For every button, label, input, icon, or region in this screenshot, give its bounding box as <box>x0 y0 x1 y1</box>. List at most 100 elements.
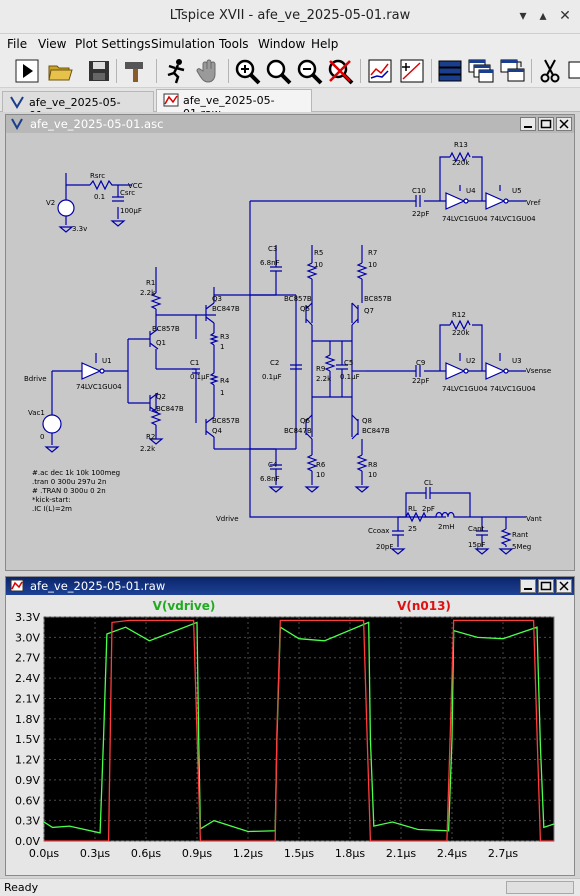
label-r2: R2 <box>146 433 155 441</box>
menu-simulation[interactable]: Simulation <box>151 37 215 51</box>
label-vac1-val: 0 <box>40 433 44 441</box>
label-q6: Q6 <box>300 417 311 425</box>
label-bdrive: Bdrive <box>24 375 47 383</box>
waveform-window-title: afe_ve_2025-05-01.raw <box>30 579 166 593</box>
label-v2: V2 <box>46 199 55 207</box>
zoom-in-icon[interactable] <box>233 57 261 85</box>
label-q5-part: BC857B <box>284 295 312 303</box>
label-u4-part: 74LVC1GU04 <box>442 215 488 223</box>
run-icon[interactable] <box>13 57 41 85</box>
label-c4: C4 <box>268 461 278 469</box>
label-q8: Q8 <box>362 417 372 425</box>
menu-help[interactable]: Help <box>311 37 338 51</box>
schematic-window: afe_ve_2025-05-01.asc Rsrc 0.1 VCC V2 3.… <box>5 114 575 571</box>
y-tick-label: 1.8V <box>15 713 40 726</box>
label-r13-val: 220k <box>452 159 470 167</box>
label-q3: Q3 <box>212 295 222 303</box>
schematic-icon <box>11 118 23 130</box>
close-button[interactable] <box>556 579 572 593</box>
title-bar: LTspice XVII - afe_ve_2025-05-01.raw ▾ ▴… <box>0 0 580 34</box>
tile-horizontal-icon[interactable] <box>436 57 464 85</box>
cut-icon[interactable] <box>536 57 564 85</box>
label-c5-val: 0.1µF <box>340 373 360 381</box>
directive-line: .IC I(L)=2m <box>32 505 72 513</box>
label-c3-val: 6.8nF <box>260 259 280 267</box>
label-ccoax: Ccoax <box>368 527 389 535</box>
maximize-icon[interactable]: ▴ <box>534 7 552 25</box>
menu-tools[interactable]: Tools <box>219 37 249 51</box>
status-text: Ready <box>4 881 39 894</box>
label-u2: U2 <box>466 357 476 365</box>
label-c2-val: 0.1µF <box>262 373 282 381</box>
label-rsrc: Rsrc <box>90 172 105 180</box>
label-c10: C10 <box>412 187 426 195</box>
menu-window[interactable]: Window <box>258 37 305 51</box>
label-r6-val: 10 <box>316 471 325 479</box>
directive-line: .tran 0 300u 297u 2n <box>32 478 106 486</box>
close-icon[interactable]: ✕ <box>556 7 574 25</box>
label-q6-part: BC847B <box>284 427 312 435</box>
label-c1-val: 0.1µF <box>190 373 210 381</box>
label-r6: R6 <box>316 461 326 469</box>
label-cl-val: 2pF <box>422 505 435 513</box>
label-u5-part: 74LVC1GU04 <box>490 215 536 223</box>
plot-add-icon[interactable] <box>398 57 426 85</box>
run-man-icon[interactable] <box>162 57 190 85</box>
menu-file[interactable]: File <box>7 37 27 51</box>
status-panel <box>506 881 574 894</box>
pan-hand-icon[interactable] <box>195 57 223 85</box>
maximize-button[interactable] <box>538 117 554 131</box>
minimize-button[interactable] <box>520 579 536 593</box>
hammer-icon[interactable] <box>121 57 149 85</box>
zoom-out-icon[interactable] <box>295 57 323 85</box>
legend-label: V(n013) <box>397 599 451 613</box>
tile-vertical-icon[interactable] <box>498 57 526 85</box>
y-tick-label: 3.0V <box>15 631 40 644</box>
directive-line: #.ac dec 1k 10k 100meg <box>32 469 120 477</box>
schematic-canvas[interactable]: Rsrc 0.1 VCC V2 3.3v Csrc 100µF R13 220k… <box>6 133 574 570</box>
tab-waveform[interactable]: afe_ve_2025-05-01.raw <box>156 89 312 120</box>
copy-icon[interactable] <box>566 57 580 85</box>
tab-schematic[interactable]: afe_ve_2025-05-01.asc <box>2 91 154 122</box>
label-q1-part: BC857B <box>152 325 180 333</box>
label-c1: C1 <box>190 359 199 367</box>
menu-view[interactable]: View <box>38 37 66 51</box>
label-q8-part: BC847B <box>362 427 390 435</box>
open-icon[interactable] <box>46 57 74 85</box>
label-v2-val: 3.3v <box>72 225 87 233</box>
label-csrc: Csrc <box>120 189 135 197</box>
minimize-button[interactable] <box>520 117 536 131</box>
label-cl: CL <box>424 479 433 487</box>
label-c3: C3 <box>268 245 277 253</box>
y-tick-label: 2.4V <box>15 672 40 685</box>
minimize-icon[interactable]: ▾ <box>514 7 532 25</box>
label-rl: RL <box>408 505 417 513</box>
label-q3-part: BC847B <box>212 305 240 313</box>
zoom-full-icon[interactable] <box>264 57 292 85</box>
x-tick-label: 1.5µs <box>284 847 314 860</box>
label-vac1: Vac1 <box>28 409 45 417</box>
x-tick-label: 1.8µs <box>335 847 365 860</box>
schematic-window-titlebar: afe_ve_2025-05-01.asc <box>6 115 574 133</box>
plot-window-icon[interactable] <box>366 57 394 85</box>
waveform-plot[interactable]: 3.3V 3.0V 2.7V 2.4V 2.1V 1.8V 1.5V 1.2V 0.9V 0.6V… <box>6 595 574 875</box>
zoom-cancel-icon[interactable] <box>326 57 354 85</box>
directive-line: *kick-start: <box>32 496 71 504</box>
legend-label: V(vdrive) <box>153 599 216 613</box>
label-u3-part: 74LVC1GU04 <box>490 385 536 393</box>
label-u1-part: 74LVC1GU04 <box>76 383 122 391</box>
mdi-workspace: afe_ve_2025-05-01.asc Rsrc 0.1 VCC V2 3.… <box>0 112 580 878</box>
cascade-icon[interactable] <box>467 57 495 85</box>
label-c10-val: 22pF <box>412 210 429 218</box>
y-tick-label: 2.7V <box>15 652 40 665</box>
menu-plot-settings[interactable]: Plot Settings <box>75 37 151 51</box>
close-button[interactable] <box>556 117 572 131</box>
label-r1-val: 2.2k <box>140 289 156 297</box>
label-rsrc-val: 0.1 <box>94 193 105 201</box>
maximize-button[interactable] <box>538 579 554 593</box>
save-icon[interactable] <box>85 57 113 85</box>
label-csrc-val: 100µF <box>120 207 142 215</box>
x-tick-label: 2.4µs <box>437 847 467 860</box>
x-tick-label: 0.6µs <box>131 847 161 860</box>
label-q2: Q2 <box>156 393 166 401</box>
